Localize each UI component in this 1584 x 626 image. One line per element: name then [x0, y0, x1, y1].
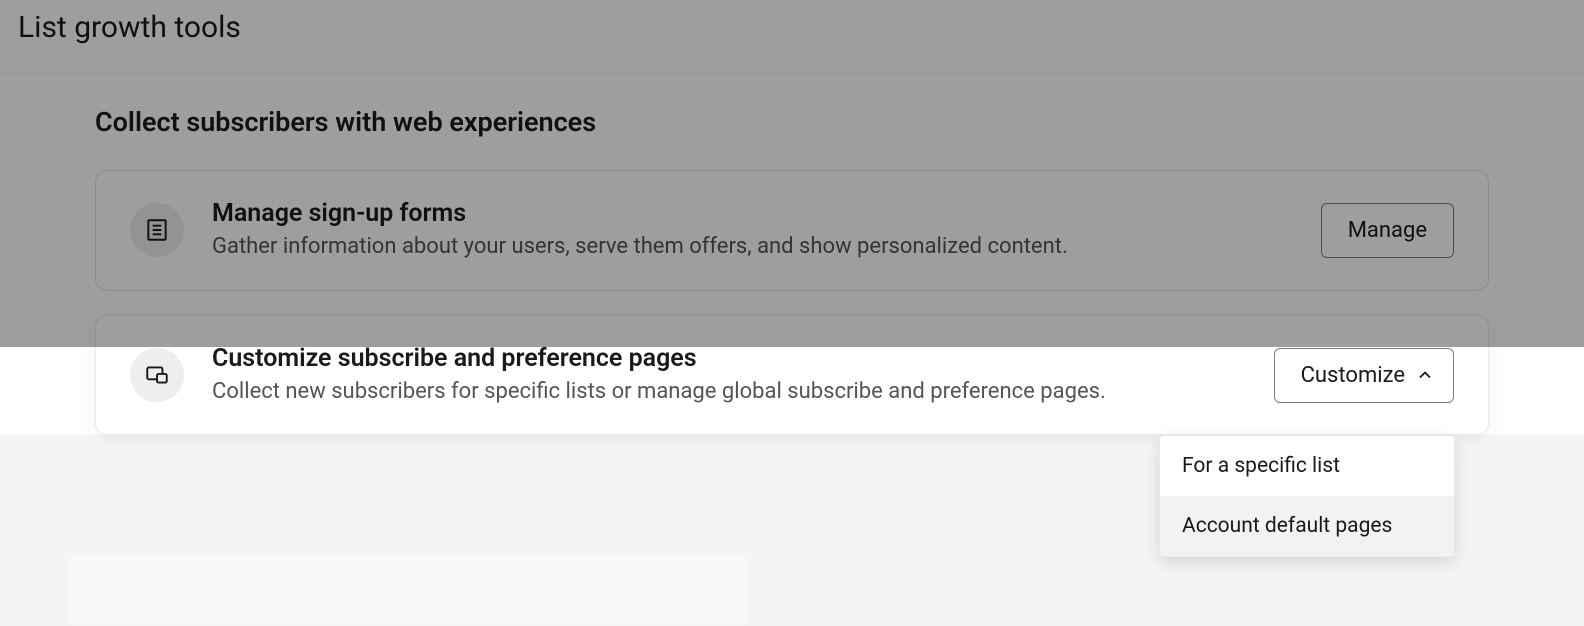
form-icon — [130, 203, 184, 257]
customize-button-label: Customize — [1301, 363, 1405, 388]
card-signup-forms: Manage sign-up forms Gather information … — [95, 170, 1489, 291]
card-text: Customize subscribe and preference pages… — [212, 344, 1246, 407]
card-customize-pages: Customize subscribe and preference pages… — [95, 315, 1489, 436]
devices-icon — [130, 348, 184, 402]
page-header: List growth tools — [0, 0, 1584, 74]
card-description: Gather information about your users, ser… — [212, 232, 1293, 262]
card-title: Manage sign-up forms — [212, 199, 1293, 228]
section-title: Collect subscribers with web experiences — [95, 106, 1489, 138]
card-description: Collect new subscribers for specific lis… — [212, 377, 1246, 407]
chevron-up-icon — [1415, 365, 1435, 385]
dropdown-item-specific-list[interactable]: For a specific list — [1160, 436, 1454, 496]
card-title: Customize subscribe and preference pages — [212, 344, 1246, 373]
dropdown-item-account-default[interactable]: Account default pages — [1160, 496, 1454, 556]
manage-button[interactable]: Manage — [1321, 203, 1454, 258]
page-title: List growth tools — [18, 10, 1566, 45]
manage-button-label: Manage — [1348, 218, 1427, 243]
customize-button[interactable]: Customize — [1274, 348, 1454, 403]
customize-dropdown: For a specific list Account default page… — [1159, 435, 1455, 557]
main-content: Collect subscribers with web experiences… — [0, 74, 1584, 435]
placeholder-card — [68, 555, 748, 625]
card-text: Manage sign-up forms Gather information … — [212, 199, 1293, 262]
